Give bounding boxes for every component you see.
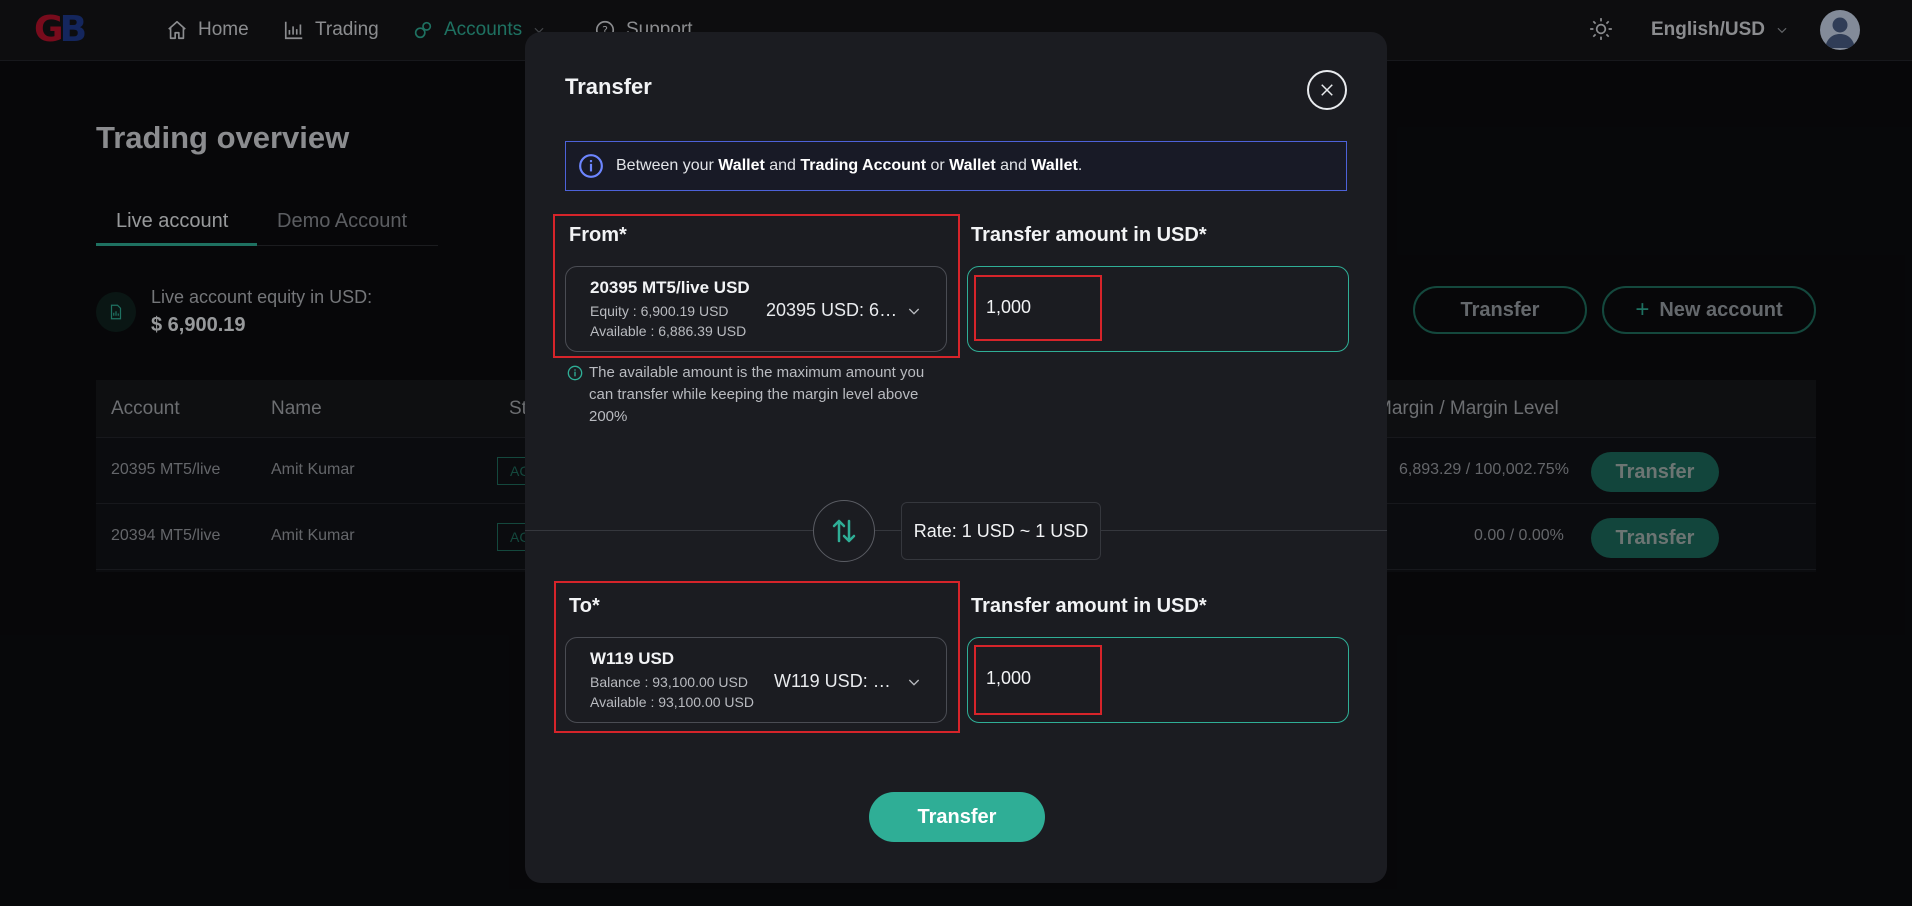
from-amount-field[interactable] [967, 266, 1349, 352]
swap-arrows-icon [832, 519, 856, 543]
to-amount-input[interactable] [986, 668, 1106, 689]
to-account-name: W119 USD [590, 649, 675, 668]
info-icon [579, 154, 603, 178]
to-amount-field[interactable] [967, 637, 1349, 723]
to-balance: Balance : 93,100.00 USD [590, 674, 748, 690]
info-banner: Between your Wallet and Trading Account … [565, 141, 1347, 191]
from-available: Available : 6,886.39 USD [590, 323, 747, 339]
close-icon [1321, 84, 1333, 96]
to-amount-label: Transfer amount in USD* [971, 595, 1207, 617]
close-button[interactable] [1307, 70, 1347, 110]
page: GB Home Trading Accounts ? Support Engli… [0, 0, 1912, 906]
from-equity: Equity : 6,900.19 USD [590, 303, 729, 319]
from-account-name: 20395 MT5/live USD [590, 278, 750, 297]
swap-button[interactable] [813, 500, 875, 562]
exchange-rate: Rate: 1 USD ~ 1 USD [901, 502, 1101, 560]
modal-title: Transfer [565, 74, 652, 99]
to-available: Available : 93,100.00 USD [590, 694, 754, 710]
to-account-select[interactable]: W119 USD Balance : 93,100.00 USD Availab… [565, 637, 947, 723]
transfer-modal: Transfer Between your Wallet and Trading… [525, 32, 1387, 883]
to-account-summary: W119 USD: 93,100.00 [774, 671, 898, 691]
available-hint: The available amount is the maximum amou… [567, 362, 942, 428]
chevron-down-icon [908, 679, 920, 686]
info-text: Between your Wallet and Trading Account … [616, 157, 1083, 174]
chevron-down-icon [908, 308, 920, 315]
from-account-select[interactable]: 20395 MT5/live USD Equity : 6,900.19 USD… [565, 266, 947, 352]
from-account-summary: 20395 USD: 6,900.19 [766, 300, 898, 320]
to-label: To* [569, 595, 600, 617]
available-hint-text: The available amount is the maximum amou… [589, 364, 925, 425]
from-amount-label: Transfer amount in USD* [971, 224, 1207, 246]
from-amount-input[interactable] [986, 297, 1106, 318]
info-icon [567, 365, 583, 381]
from-label: From* [569, 224, 627, 246]
submit-transfer-button[interactable]: Transfer [869, 792, 1045, 842]
